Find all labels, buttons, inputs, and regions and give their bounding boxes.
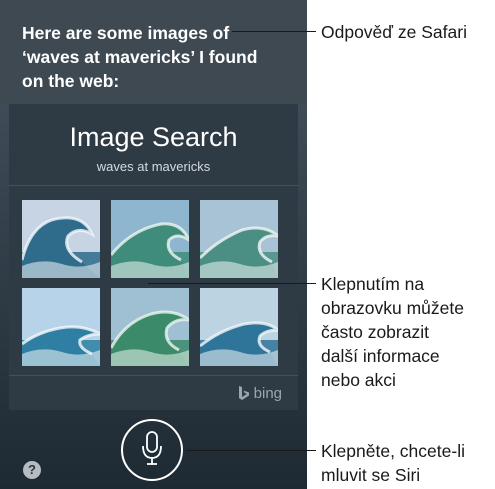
wave-image-1[interactable] bbox=[22, 200, 100, 278]
wave-image-drawing bbox=[111, 288, 189, 366]
callout-line: Odpověď ze Safari bbox=[321, 22, 467, 42]
wave-image-drawing bbox=[22, 288, 100, 366]
wave-image-drawing bbox=[111, 200, 189, 278]
wave-image-drawing bbox=[22, 200, 100, 278]
siri-response-line: on the web: bbox=[22, 71, 120, 91]
wave-image-drawing bbox=[200, 200, 278, 278]
callout-leader-line bbox=[148, 283, 316, 284]
siri-response-line: ‘waves at mavericks’ I found bbox=[22, 47, 258, 67]
divider bbox=[9, 185, 298, 186]
bing-label: bing bbox=[253, 385, 282, 402]
card-title: Image Search bbox=[69, 122, 238, 152]
callout-leader-line bbox=[186, 450, 316, 451]
image-search-card[interactable]: Image Search waves at mavericks bing bbox=[9, 104, 298, 410]
callout-line: další informace bbox=[321, 346, 440, 366]
siri-screen[interactable]: Here are some images of ‘waves at maveri… bbox=[0, 0, 307, 489]
bing-logo[interactable]: bing bbox=[238, 385, 282, 402]
wave-image-5[interactable] bbox=[111, 288, 189, 366]
callout-line: často zobrazit bbox=[321, 322, 429, 342]
callout-mic: Klepněte, chcete-li mluvit se Siri bbox=[321, 439, 465, 487]
callout-safari-response: Odpověď ze Safari bbox=[321, 20, 467, 44]
search-query: waves at mavericks bbox=[96, 159, 211, 174]
wave-image-drawing bbox=[200, 288, 278, 366]
callout-line: Klepnutím na bbox=[321, 274, 425, 294]
microphone-button[interactable] bbox=[121, 419, 183, 481]
help-button[interactable]: ? bbox=[23, 461, 41, 479]
wave-image-4[interactable] bbox=[22, 288, 100, 366]
microphone-icon bbox=[142, 431, 162, 465]
wave-image-6[interactable] bbox=[200, 288, 278, 366]
bing-icon bbox=[238, 385, 249, 400]
callout-line: Klepněte, chcete-li bbox=[321, 441, 465, 461]
wave-image-2[interactable] bbox=[111, 200, 189, 278]
callout-tap-for-info: Klepnutím na obrazovku můžete často zobr… bbox=[321, 272, 464, 392]
callout-line: obrazovku můžete bbox=[321, 298, 464, 318]
siri-response-line: Here are some images of bbox=[22, 23, 230, 43]
divider bbox=[9, 375, 298, 376]
callout-line: nebo akci bbox=[321, 370, 396, 390]
wave-image-3[interactable] bbox=[200, 200, 278, 278]
callout-line: mluvit se Siri bbox=[321, 465, 421, 485]
callout-leader-line bbox=[232, 31, 316, 32]
siri-response-area: Here are some images of ‘waves at maveri… bbox=[0, 0, 307, 104]
